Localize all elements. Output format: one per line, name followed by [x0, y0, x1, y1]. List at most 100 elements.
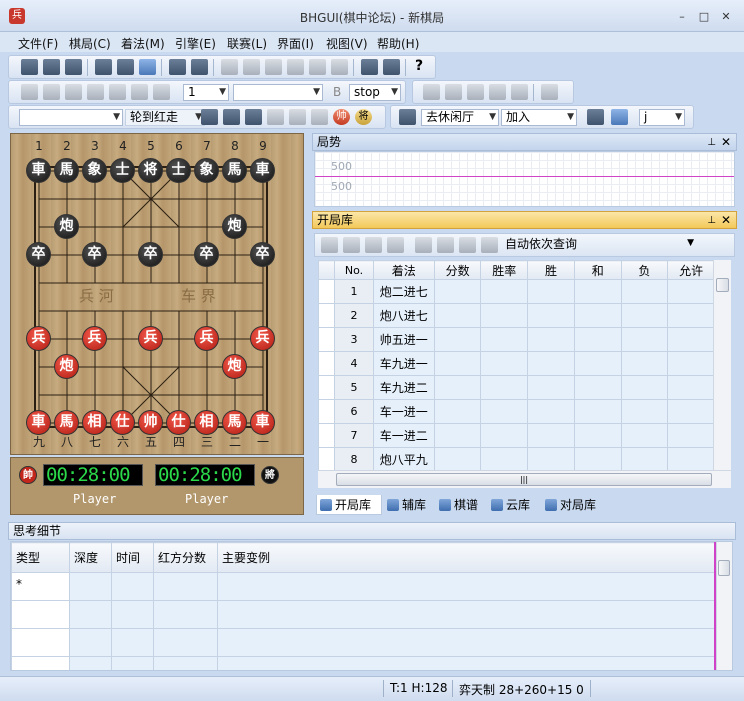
tab-opening[interactable]: 开局库 — [316, 495, 382, 515]
red-piece[interactable]: 仕 — [110, 410, 135, 435]
window-icon[interactable] — [383, 59, 400, 75]
black-piece[interactable]: 馬 — [222, 158, 247, 183]
last-move-icon[interactable] — [287, 59, 304, 75]
search-icon[interactable] — [131, 84, 148, 100]
table-row[interactable] — [11, 600, 715, 629]
j-combo[interactable]: j ▼ — [639, 109, 685, 126]
col-depth[interactable]: 深度 — [69, 542, 112, 573]
maximize-button[interactable]: □ — [693, 9, 715, 25]
lightning-icon[interactable] — [321, 237, 338, 253]
red-piece[interactable]: 馬 — [54, 410, 79, 435]
col-red-score[interactable]: 红方分数 — [153, 542, 218, 573]
copy-icon[interactable] — [437, 237, 454, 253]
col-score[interactable]: 分数 — [433, 260, 482, 280]
close-button[interactable]: ✕ — [715, 9, 737, 25]
black-piece[interactable]: 象 — [194, 158, 219, 183]
black-piece[interactable]: 士 — [110, 158, 135, 183]
black-piece[interactable]: 士 — [166, 158, 191, 183]
tab-cloud[interactable]: 云库 — [488, 495, 540, 515]
menu-league[interactable]: 联赛(L) — [227, 35, 267, 52]
connect-icon[interactable] — [139, 59, 156, 75]
opening-hscroll[interactable]: ||| — [318, 470, 731, 488]
stop-combo[interactable]: stop ▼ — [349, 84, 401, 101]
black-piece[interactable]: 炮 — [54, 214, 79, 239]
brush-icon[interactable] — [481, 237, 498, 253]
new-icon[interactable] — [21, 59, 38, 75]
red-piece[interactable]: 相 — [194, 410, 219, 435]
edit-board-icon[interactable] — [95, 59, 112, 75]
menu-interface[interactable]: 界面(I) — [277, 35, 314, 52]
menu-engine[interactable]: 引擎(E) — [175, 35, 216, 52]
black-piece[interactable]: 卒 — [194, 242, 219, 267]
black-piece[interactable]: 象 — [82, 158, 107, 183]
red-piece[interactable]: 兵 — [82, 326, 107, 351]
add-window-icon[interactable] — [467, 84, 484, 100]
black-piece[interactable]: 車 — [26, 158, 51, 183]
capture-icon[interactable] — [191, 59, 208, 75]
black-piece[interactable]: 将 — [138, 158, 163, 183]
undo-icon[interactable] — [309, 59, 326, 75]
user-icon[interactable] — [267, 109, 284, 125]
room-combo[interactable]: 去休闲厅 ▼ — [421, 109, 499, 126]
black-piece[interactable]: 卒 — [26, 242, 51, 267]
close-icon[interactable]: ✕ — [721, 212, 731, 228]
col-move[interactable]: 着法 — [372, 260, 435, 280]
pin-icon[interactable]: ⊥ — [707, 135, 716, 151]
col-loss[interactable]: 负 — [620, 260, 669, 280]
table-row[interactable]: 1 炮二进七 — [318, 279, 715, 304]
black-piece[interactable]: 卒 — [138, 242, 163, 267]
clear-icon[interactable] — [387, 237, 404, 253]
red-piece[interactable]: 兵 — [138, 326, 163, 351]
red-piece[interactable]: 帅 — [138, 410, 163, 435]
table-row[interactable]: * — [11, 572, 715, 601]
red-piece[interactable]: 車 — [250, 410, 275, 435]
menu-help[interactable]: 帮助(H) — [377, 35, 419, 52]
query-mode-select[interactable]: 自动依次查询 — [501, 237, 701, 254]
black-piece[interactable]: 車 — [250, 158, 275, 183]
hall-icon[interactable] — [399, 109, 416, 125]
menu-move[interactable]: 着法(M) — [121, 35, 165, 52]
menu-file[interactable]: 文件(F) — [18, 35, 58, 52]
col-no[interactable]: No. — [334, 260, 374, 280]
turn-combo[interactable]: 轮到红走 ▼ — [125, 109, 205, 126]
link-icon[interactable] — [511, 84, 528, 100]
next-move-icon[interactable] — [265, 59, 282, 75]
red-piece[interactable]: 兵 — [194, 326, 219, 351]
black-piece[interactable]: 卒 — [82, 242, 107, 267]
table-row[interactable]: 8 炮八平九 — [318, 447, 715, 470]
people-icon[interactable] — [311, 109, 328, 125]
scroll-thumb[interactable] — [718, 560, 730, 576]
depth-combo[interactable]: 1 ▼ — [183, 84, 229, 101]
engine-load-icon[interactable] — [21, 84, 38, 100]
red-piece[interactable]: 相 — [82, 410, 107, 435]
tab-record[interactable]: 棋谱 — [436, 495, 488, 515]
col-main-line[interactable]: 主要变例 — [217, 542, 715, 573]
engine-window-icon[interactable] — [43, 84, 60, 100]
menu-view[interactable]: 视图(V) — [326, 35, 368, 52]
board2-icon[interactable] — [223, 109, 240, 125]
join-combo[interactable]: 加入 ▼ — [501, 109, 577, 126]
col-allow[interactable]: 允许 — [667, 260, 715, 280]
col-win[interactable]: 胜 — [527, 260, 575, 280]
tea-icon[interactable] — [245, 109, 262, 125]
mail-icon[interactable] — [117, 59, 134, 75]
save-icon[interactable] — [65, 59, 82, 75]
red-piece[interactable]: 馬 — [222, 410, 247, 435]
table-row[interactable]: 3 帅五进一 — [318, 327, 715, 352]
table-row[interactable]: 7 车一进二 — [318, 423, 715, 448]
think-vscroll[interactable] — [716, 542, 732, 670]
record-icon[interactable] — [361, 59, 378, 75]
y-icon[interactable] — [289, 109, 306, 125]
red-side-icon[interactable]: 帅 — [333, 109, 350, 125]
tile-view-icon[interactable] — [445, 84, 462, 100]
table-row[interactable]: 6 车一进一 — [318, 399, 715, 424]
table-row[interactable]: 2 炮八进七 — [318, 303, 715, 328]
black-side-icon[interactable]: 将 — [355, 109, 372, 125]
red-piece[interactable]: 兵 — [26, 326, 51, 351]
col-draw[interactable]: 和 — [573, 260, 622, 280]
prev-move-icon[interactable] — [243, 59, 260, 75]
copy-icon[interactable] — [169, 59, 186, 75]
table-row[interactable]: 5 车九进二 — [318, 375, 715, 400]
board-icon[interactable] — [201, 109, 218, 125]
layout-icon[interactable] — [541, 84, 558, 100]
